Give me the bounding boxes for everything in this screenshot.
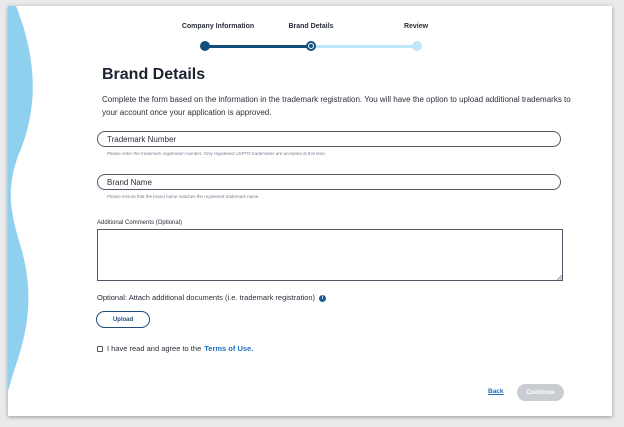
- terms-agreement-text: I have read and agree to the: [107, 344, 202, 353]
- decorative-wave: [8, 6, 33, 391]
- form-card: Company Information Brand Details Review…: [8, 6, 612, 416]
- progress-track-remaining: [312, 45, 418, 48]
- trademark-number-hint: Please enter the trademark registration …: [107, 151, 327, 156]
- attach-documents-row: Optional: Attach additional documents (i…: [97, 293, 327, 302]
- step-dot-current: [306, 41, 316, 51]
- additional-comments-label: Additional Comments (Optional): [97, 220, 183, 226]
- additional-comments-textarea[interactable]: [97, 229, 563, 281]
- step-label-review: Review: [403, 23, 429, 30]
- terms-of-use-link[interactable]: Terms of Use.: [204, 344, 253, 353]
- resize-grip-icon[interactable]: [557, 275, 562, 280]
- upload-button[interactable]: Upload: [96, 311, 150, 328]
- progress-stepper: Company Information Brand Details Review: [8, 6, 612, 66]
- page-title: Brand Details: [102, 66, 206, 83]
- attach-documents-label: Optional: Attach additional documents (i…: [97, 293, 316, 302]
- step-dot-upcoming: [412, 41, 422, 51]
- terms-agreement-row: I have read and agree to the Terms of Us…: [97, 344, 253, 353]
- back-link[interactable]: Back: [488, 388, 504, 395]
- continue-button[interactable]: Continue: [517, 384, 564, 401]
- brand-name-input[interactable]: [97, 174, 561, 190]
- step-dot-complete: [200, 41, 210, 51]
- step-label-company-information: Company Information: [181, 23, 255, 30]
- intro-text: Complete the form based on the informati…: [102, 95, 571, 117]
- progress-track-complete: [205, 45, 312, 48]
- step-label-brand-details: Brand Details: [288, 23, 334, 30]
- info-icon[interactable]: i: [319, 294, 327, 302]
- terms-checkbox[interactable]: [97, 345, 103, 352]
- brand-name-hint: Please ensure that the brand name matche…: [107, 194, 260, 199]
- trademark-number-input[interactable]: [97, 131, 561, 147]
